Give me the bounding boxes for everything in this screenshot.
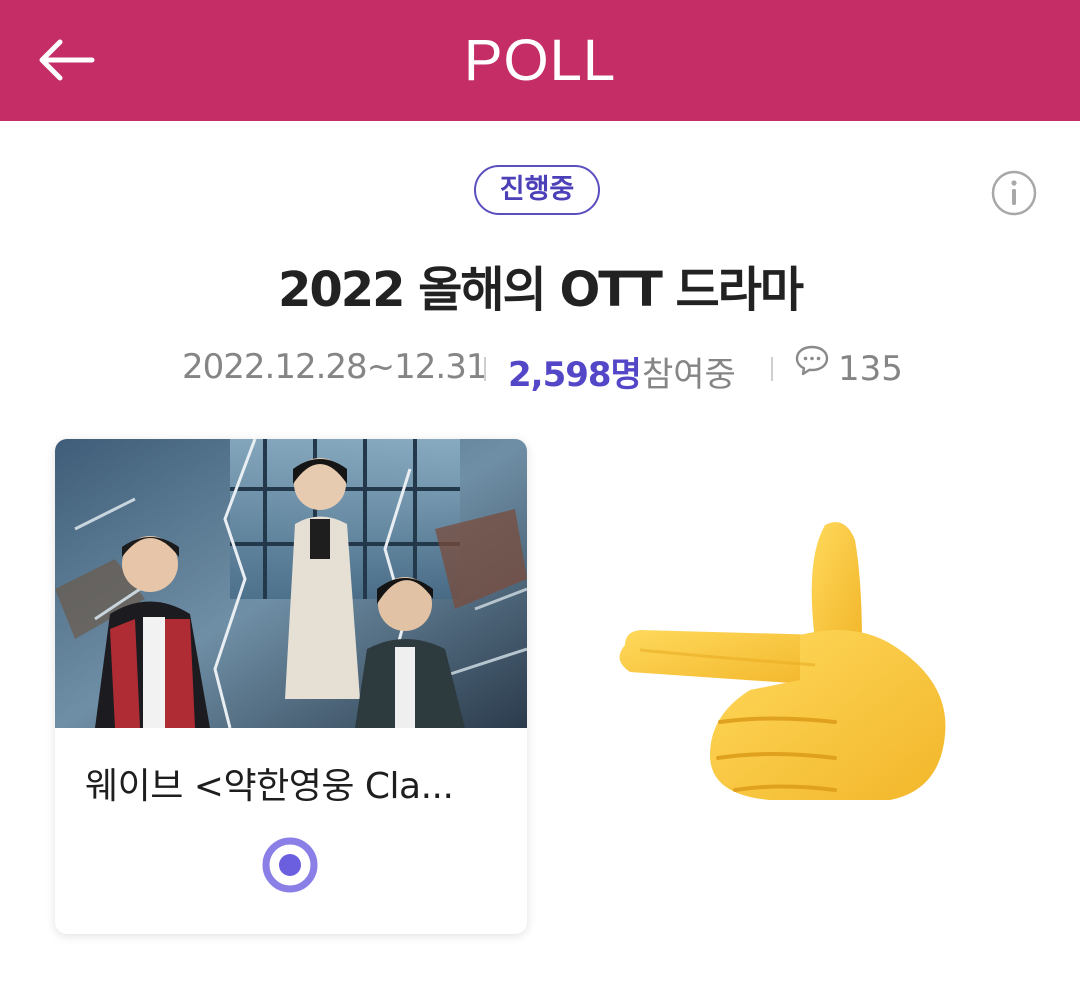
poll-option-card[interactable]: 웨이브 <약한영웅 Cla... — [55, 439, 527, 934]
divider — [484, 357, 486, 381]
status-badge: 진행중 — [474, 165, 600, 215]
hand-pointing-left-emoji — [619, 522, 946, 800]
divider — [771, 357, 773, 381]
page-title: POLL — [463, 28, 617, 93]
option-label: 웨이브 <약한영웅 Cla... — [85, 766, 454, 807]
radio-button[interactable] — [262, 837, 318, 893]
participant-suffix: 참여중 — [642, 355, 736, 395]
arrow-left-icon — [39, 39, 95, 81]
poll-period: 2022.12.28~12.31 — [182, 347, 487, 387]
info-icon — [991, 170, 1037, 216]
speech-bubble-icon[interactable] — [794, 343, 830, 379]
info-button[interactable] — [990, 169, 1038, 217]
comment-count: 135 — [838, 349, 903, 389]
participant-count: 2,598명 — [508, 355, 642, 395]
back-button[interactable] — [30, 24, 102, 96]
poster-photo — [55, 439, 527, 728]
poll-meta: 2022.12.28~12.31 2,598명 참여중 135 — [0, 343, 1080, 395]
top-bar: POLL — [0, 0, 1080, 121]
poll-title: 2022 올해의 OTT 드라마 — [277, 262, 804, 318]
